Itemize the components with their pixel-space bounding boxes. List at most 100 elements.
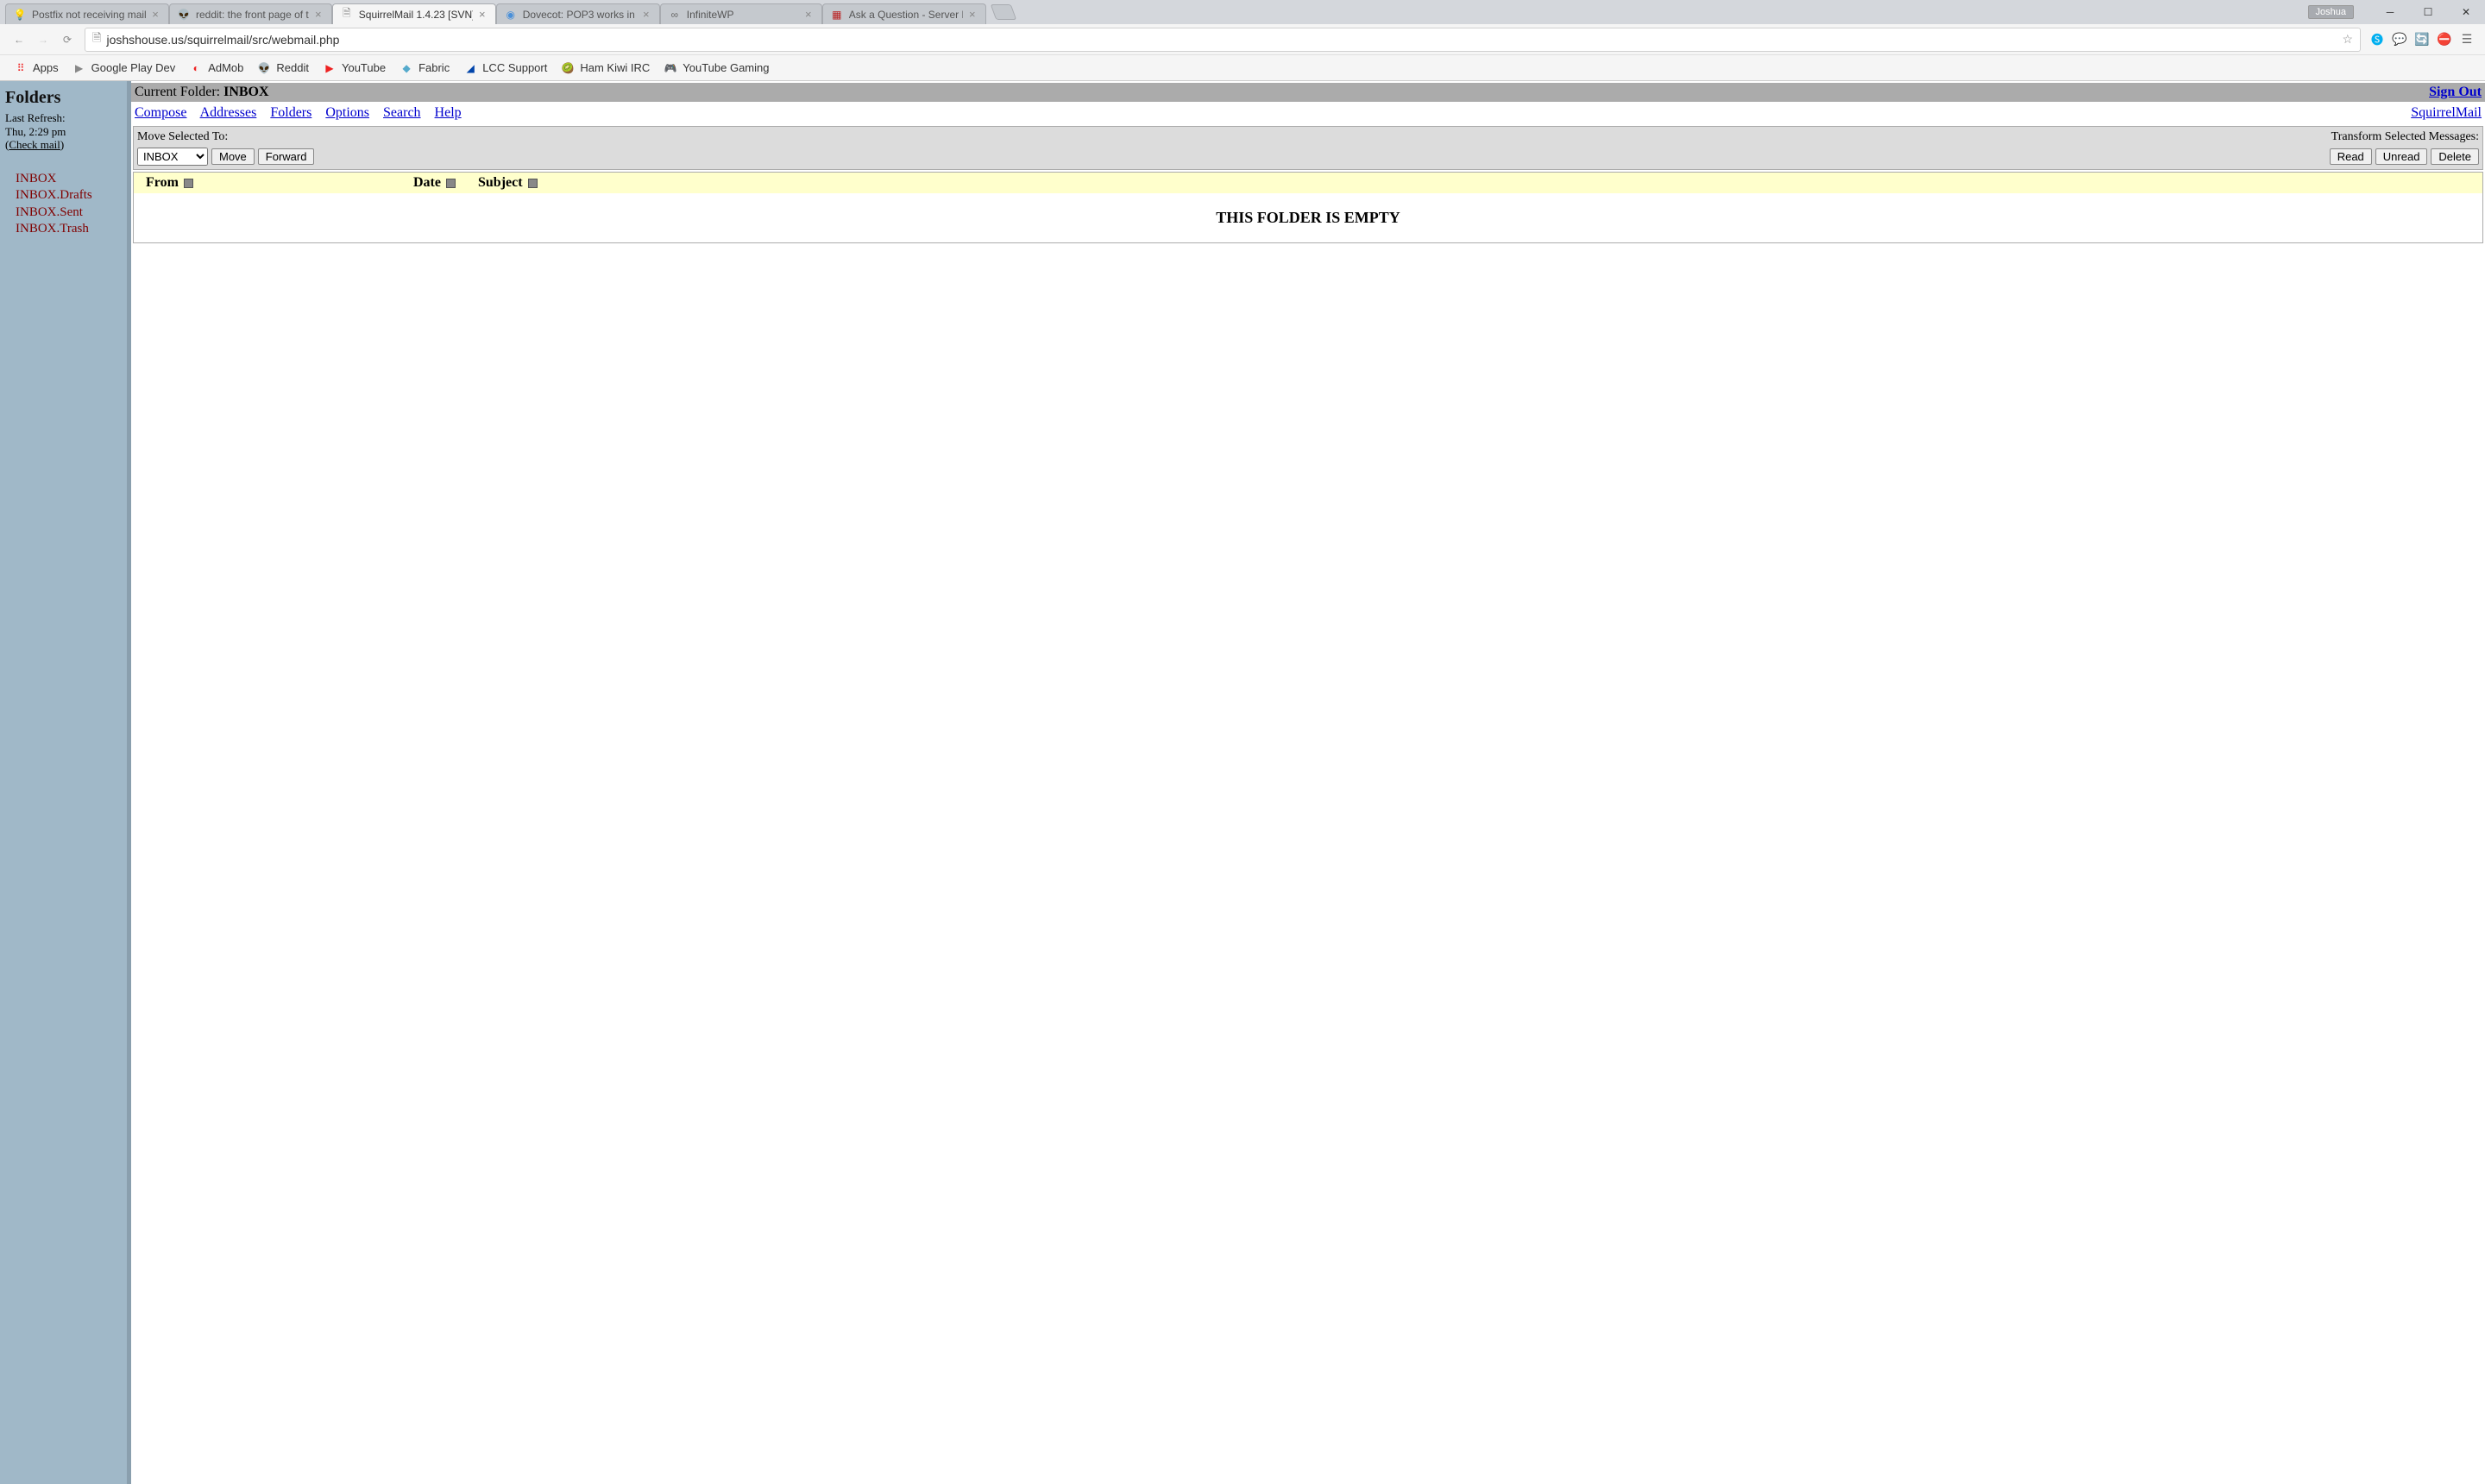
sync-ext-icon[interactable]: 🔄: [2413, 30, 2432, 49]
tab-infinitewp[interactable]: ∞ InfiniteWP ×: [660, 3, 822, 24]
column-from[interactable]: From: [146, 175, 179, 190]
bookmark-label: Fabric: [418, 61, 450, 74]
kiwi-icon: 🥝: [561, 61, 575, 75]
transform-label: Transform Selected Messages:: [2331, 130, 2479, 144]
new-tab-button[interactable]: [990, 4, 1016, 20]
tab-reddit[interactable]: 👽 reddit: the front page of t ×: [169, 3, 332, 24]
close-icon[interactable]: ×: [802, 9, 815, 21]
nav-options[interactable]: Options: [325, 105, 369, 120]
folder-drafts[interactable]: INBOX.Drafts: [5, 187, 122, 204]
tab-squirrelmail[interactable]: 🗎 SquirrelMail 1.4.23 [SVN] ×: [332, 3, 496, 24]
tab-title: Ask a Question - Server F: [849, 9, 963, 21]
sidebar-title: Folders: [5, 88, 122, 108]
nav-help[interactable]: Help: [435, 105, 462, 120]
minimize-button[interactable]: ─: [2371, 3, 2409, 22]
bookmark-playdev[interactable]: ▶ Google Play Dev: [66, 58, 183, 79]
page-icon: 🗎: [92, 30, 101, 49]
nav-search[interactable]: Search: [383, 105, 421, 120]
close-icon[interactable]: ×: [640, 9, 652, 21]
menu-icon[interactable]: ☰: [2457, 30, 2476, 49]
unread-button[interactable]: Unread: [2375, 148, 2428, 165]
tab-dovecot[interactable]: ◉ Dovecot: POP3 works in n ×: [496, 3, 660, 24]
close-icon[interactable]: ×: [476, 9, 488, 21]
page-icon: 🗎: [340, 8, 354, 22]
bookmark-ytgaming[interactable]: 🎮 YouTube Gaming: [657, 58, 776, 79]
bookmark-label: AdMob: [208, 61, 243, 74]
sign-out-link[interactable]: Sign Out: [2429, 85, 2482, 100]
sort-icon[interactable]: [184, 179, 193, 188]
lcc-icon: ◢: [463, 61, 477, 75]
close-window-button[interactable]: ✕: [2447, 3, 2485, 22]
bookmark-label: Ham Kiwi IRC: [580, 61, 650, 74]
bookmark-label: Google Play Dev: [91, 61, 176, 74]
tab-postfix[interactable]: 💡 Postfix not receiving mail. ×: [5, 3, 169, 24]
sort-icon[interactable]: [446, 179, 456, 188]
chat-ext-icon[interactable]: 💬: [2390, 30, 2409, 49]
nav-addresses[interactable]: Addresses: [200, 105, 257, 120]
bookmark-youtube[interactable]: ▶ YouTube: [316, 58, 393, 79]
dovecot-icon: ◉: [504, 8, 518, 22]
move-label: Move Selected To:: [137, 130, 228, 144]
nav-folders[interactable]: Folders: [270, 105, 311, 120]
tabs-bar: 💡 Postfix not receiving mail. × 👽 reddit…: [0, 0, 2485, 24]
bookmark-lcc[interactable]: ◢ LCC Support: [456, 58, 554, 79]
back-button[interactable]: ←: [7, 28, 31, 52]
sidebar: Folders Last Refresh: Thu, 2:29 pm (Chec…: [0, 81, 131, 1484]
folder-sent[interactable]: INBOX.Sent: [5, 204, 122, 222]
current-folder-label: Current Folder:: [135, 85, 223, 99]
adblock-ext-icon[interactable]: ⛔: [2435, 30, 2454, 49]
bookmark-kiwi[interactable]: 🥝 Ham Kiwi IRC: [554, 58, 657, 79]
sort-icon[interactable]: [528, 179, 538, 188]
tab-title: InfiniteWP: [687, 9, 799, 21]
bookmark-admob[interactable]: ◐ AdMob: [182, 58, 250, 79]
bookmark-reddit[interactable]: 👽 Reddit: [250, 58, 316, 79]
header-bar: Current Folder: INBOX Sign Out: [131, 83, 2485, 102]
bookmark-label: YouTube Gaming: [683, 61, 769, 74]
folder-select[interactable]: INBOX: [137, 148, 208, 166]
reddit-icon: 👽: [177, 8, 191, 22]
folder-trash[interactable]: INBOX.Trash: [5, 221, 122, 238]
close-icon[interactable]: ×: [149, 9, 161, 21]
user-badge[interactable]: Joshua: [2308, 5, 2354, 19]
bookmark-apps[interactable]: ⠿ Apps: [7, 58, 66, 79]
current-folder-name: INBOX: [223, 85, 268, 99]
move-button[interactable]: Move: [211, 148, 255, 165]
address-bar: ← → ⟳ 🗎 joshshouse.us/squirrelmail/src/w…: [0, 24, 2485, 55]
bookmark-label: Reddit: [276, 61, 309, 74]
infinite-icon: ∞: [668, 8, 682, 22]
url-input[interactable]: 🗎 joshshouse.us/squirrelmail/src/webmail…: [85, 28, 2361, 52]
message-table: From Date Subject THIS FOLDER IS EMPTY: [133, 172, 2483, 243]
bookmark-fabric[interactable]: ◆ Fabric: [393, 58, 456, 79]
check-mail-link[interactable]: Check mail: [9, 138, 60, 151]
nav-compose[interactable]: Compose: [135, 105, 186, 120]
reload-button[interactable]: ⟳: [55, 28, 79, 52]
message-controls: Move Selected To: Transform Selected Mes…: [133, 126, 2483, 170]
column-subject[interactable]: Subject: [478, 175, 523, 190]
close-icon[interactable]: ×: [966, 9, 978, 21]
column-date[interactable]: Date: [413, 175, 441, 190]
tab-serverfault[interactable]: ▦ Ask a Question - Server F ×: [822, 3, 986, 24]
read-button[interactable]: Read: [2330, 148, 2372, 165]
lightbulb-icon: 💡: [13, 8, 27, 22]
maximize-button[interactable]: ☐: [2409, 3, 2447, 22]
forward-button[interactable]: Forward: [258, 148, 315, 165]
empty-folder-message: THIS FOLDER IS EMPTY: [134, 193, 2482, 242]
last-refresh-time: Thu, 2:29 pm: [5, 125, 122, 139]
reddit-icon: 👽: [257, 61, 271, 75]
folder-inbox[interactable]: INBOX: [5, 171, 122, 188]
bookmark-label: LCC Support: [482, 61, 547, 74]
main-content: Current Folder: INBOX Sign Out Compose A…: [131, 81, 2485, 1484]
bookmark-star-icon[interactable]: ☆: [2342, 32, 2353, 47]
app-name-link[interactable]: SquirrelMail: [2411, 105, 2482, 120]
skype-ext-icon[interactable]: 🅢: [2368, 30, 2387, 49]
delete-button[interactable]: Delete: [2431, 148, 2479, 165]
gaming-icon: 🎮: [664, 61, 677, 75]
bookmark-label: Apps: [33, 61, 59, 74]
apps-icon: ⠿: [14, 61, 28, 75]
play-icon: ▶: [72, 61, 86, 75]
tab-title: reddit: the front page of t: [196, 9, 309, 21]
close-icon[interactable]: ×: [312, 9, 324, 21]
last-refresh-label: Last Refresh:: [5, 111, 122, 125]
forward-button[interactable]: →: [31, 28, 55, 52]
bookmark-label: YouTube: [342, 61, 386, 74]
